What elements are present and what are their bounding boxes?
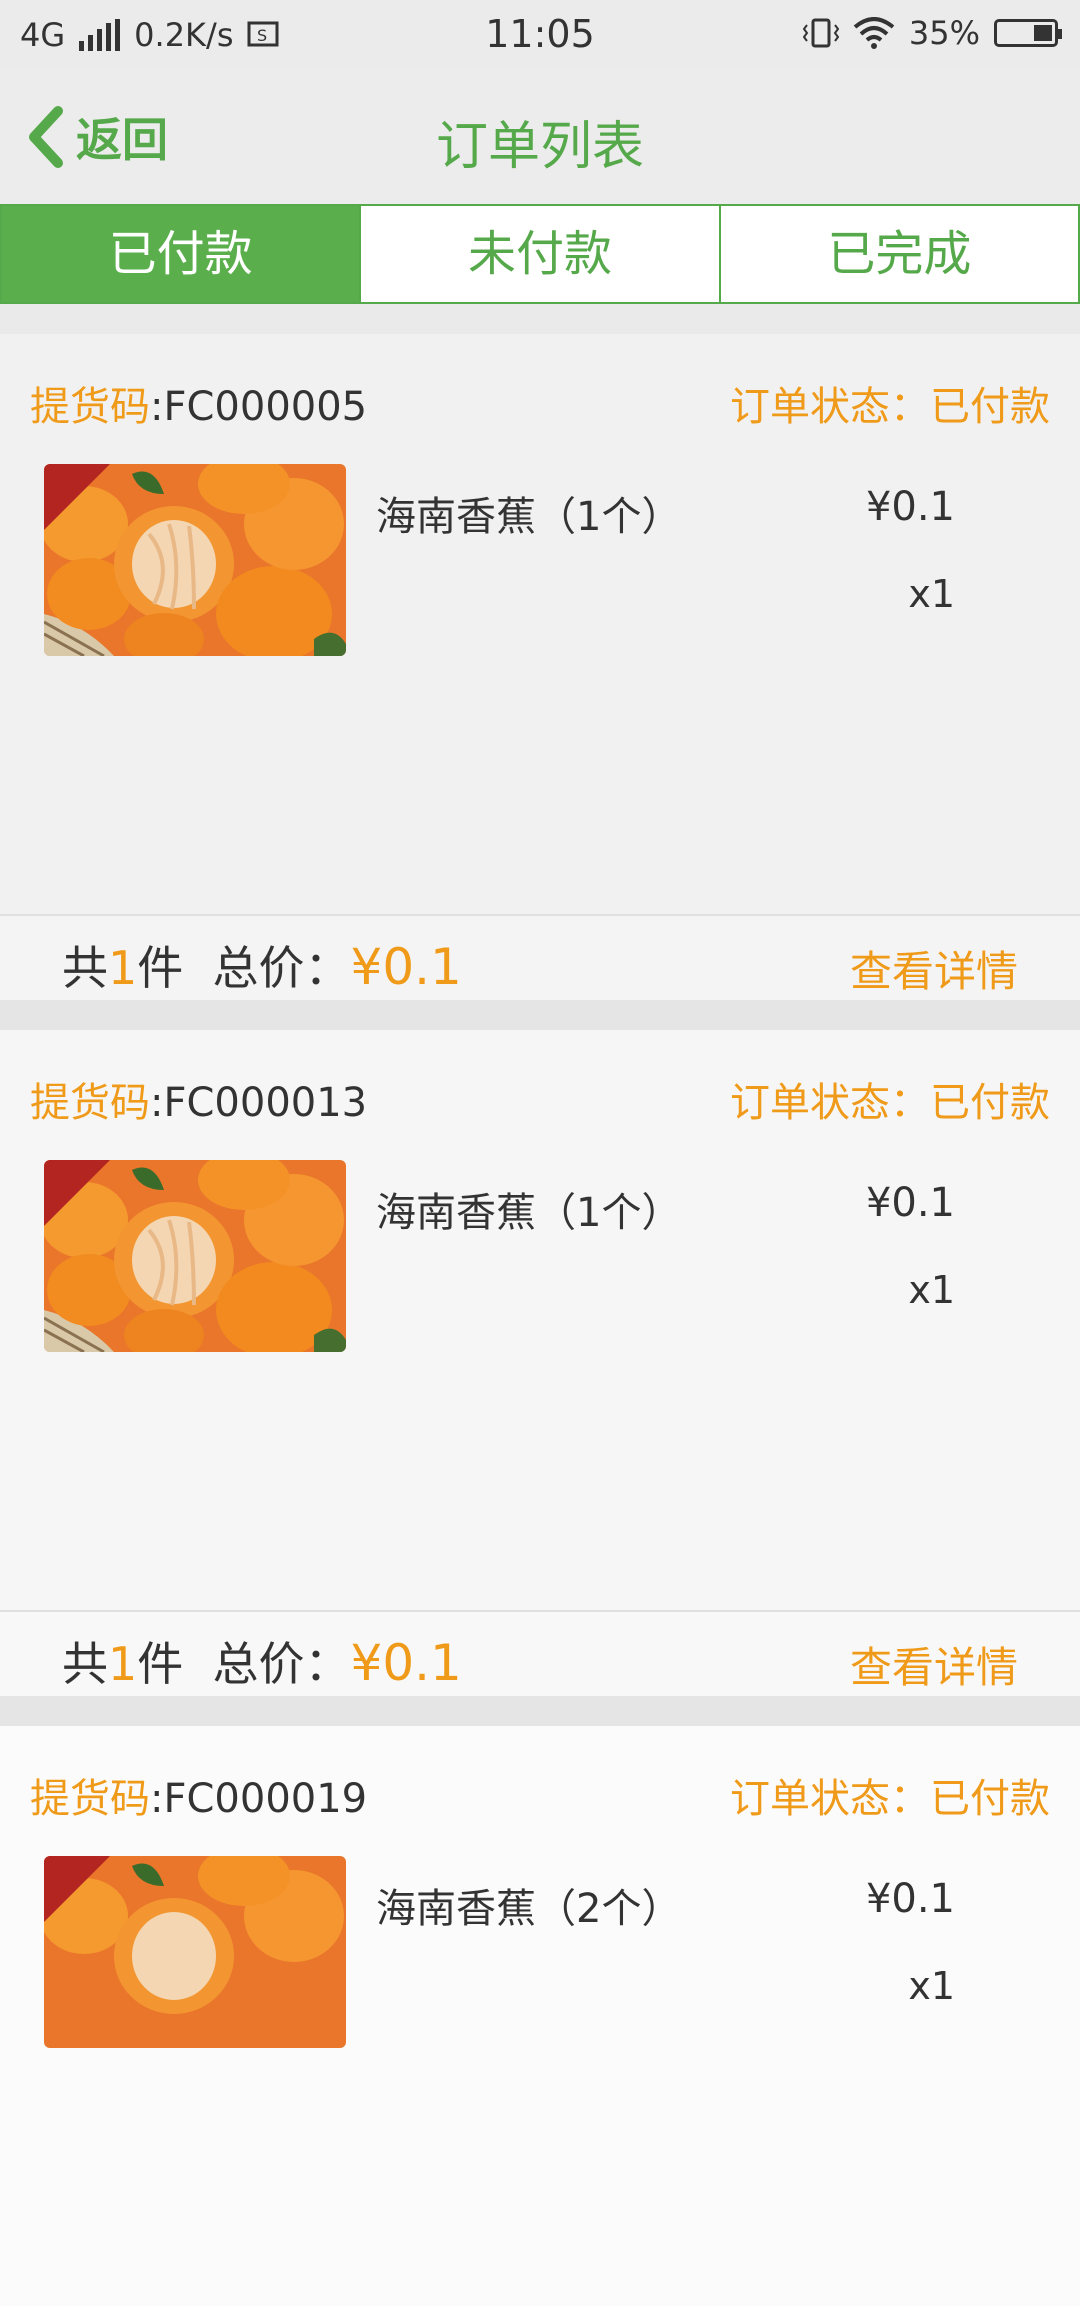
status-bar: 4G 0.2K/s S 11:05 35% — [0, 0, 1080, 70]
order-status-label: 订单状态： — [730, 1776, 930, 1822]
product-image[interactable] — [44, 1160, 346, 1352]
order-status: 订单状态：已付款 — [730, 1766, 1050, 1824]
card-divider — [0, 1696, 1080, 1726]
page-title: 订单列表 — [435, 117, 644, 177]
product-price: ¥0.1 — [865, 484, 955, 530]
order-status-label: 订单状态： — [730, 1080, 930, 1126]
nav-bar: 返回 订单列表 — [0, 70, 1080, 204]
product-name: 海南香蕉（1个） — [376, 494, 682, 540]
order-card: 提货码:FC000019 订单状态：已付款 海南香蕉（2个） ¥0.1 x1 — [0, 1726, 1080, 2306]
pickup-code: 提货码:FC000013 — [30, 1070, 367, 1128]
total-price: ¥0.1 — [350, 938, 462, 996]
order-status-label: 订单状态： — [730, 384, 930, 430]
pickup-code-value: :FC000013 — [150, 1080, 368, 1126]
item-count: 1 — [108, 1637, 138, 1691]
order-footer: 共1件 总价： ¥0.1 查看详情 — [0, 1610, 1080, 1696]
pickup-code-value: :FC000005 — [150, 384, 368, 430]
view-details-link[interactable]: 查看详情 — [850, 938, 1018, 999]
total-price-label: 总价： — [212, 941, 351, 995]
product-image[interactable] — [44, 464, 346, 656]
product-name: 海南香蕉（1个） — [376, 1190, 682, 1236]
status-right: 35% — [802, 14, 1062, 52]
pickup-code-value: :FC000019 — [150, 1776, 368, 1822]
oranges-image — [44, 1160, 346, 1352]
order-footer: 共1件 总价： ¥0.1 查看详情 — [0, 914, 1080, 1000]
battery-percent: 35% — [908, 14, 980, 52]
total-prefix: 共 — [62, 941, 108, 995]
card-divider — [0, 1000, 1080, 1030]
total-price: ¥0.1 — [350, 1634, 462, 1692]
order-status: 订单状态：已付款 — [730, 1070, 1050, 1128]
product-quantity: x1 — [908, 1268, 955, 1312]
order-card: 提货码:FC000005 订单状态：已付款 海南香蕉（1个） ¥0.1 x1 共… — [0, 334, 1080, 1000]
tab-completed[interactable]: 已完成 — [721, 206, 1078, 302]
vibrate-icon — [802, 18, 839, 48]
product-price: ¥0.1 — [865, 1180, 955, 1226]
tab-unpaid[interactable]: 未付款 — [361, 206, 721, 302]
total-unit: 件 — [137, 1637, 184, 1691]
product-name: 海南香蕉（2个） — [376, 1886, 682, 1932]
order-tabs: 已付款 未付款 已完成 — [0, 204, 1080, 304]
order-status: 订单状态：已付款 — [730, 374, 1050, 432]
order-status-value: 已付款 — [930, 384, 1050, 430]
order-status-value: 已付款 — [930, 1776, 1050, 1822]
battery-icon — [994, 19, 1062, 47]
order-status-value: 已付款 — [930, 1080, 1050, 1126]
pickup-code-label: 提货码 — [30, 1080, 150, 1126]
total-unit: 件 — [137, 941, 184, 995]
product-quantity: x1 — [908, 572, 955, 616]
oranges-image — [44, 464, 346, 656]
view-details-link[interactable]: 查看详情 — [850, 1634, 1018, 1695]
order-card: 提货码:FC000013 订单状态：已付款 海南香蕉（1个） ¥0.1 x1 共… — [0, 1030, 1080, 1696]
product-image[interactable] — [44, 1856, 346, 2048]
pickup-code-label: 提货码 — [30, 1776, 150, 1822]
oranges-image — [44, 1856, 346, 2048]
wifi-icon — [853, 17, 895, 49]
total-price-label: 总价： — [212, 1637, 351, 1691]
order-total: 共1件 总价： ¥0.1 — [62, 1628, 462, 1694]
pickup-code: 提货码:FC000019 — [30, 1766, 367, 1824]
total-prefix: 共 — [62, 1637, 108, 1691]
product-price: ¥0.1 — [865, 1876, 955, 1922]
list-spacer — [0, 304, 1080, 334]
tab-paid[interactable]: 已付款 — [2, 206, 362, 302]
product-quantity: x1 — [908, 1964, 955, 2008]
pickup-code: 提货码:FC000005 — [30, 374, 367, 432]
order-total: 共1件 总价： ¥0.1 — [62, 932, 462, 998]
item-count: 1 — [108, 941, 138, 995]
pickup-code-label: 提货码 — [30, 384, 150, 430]
